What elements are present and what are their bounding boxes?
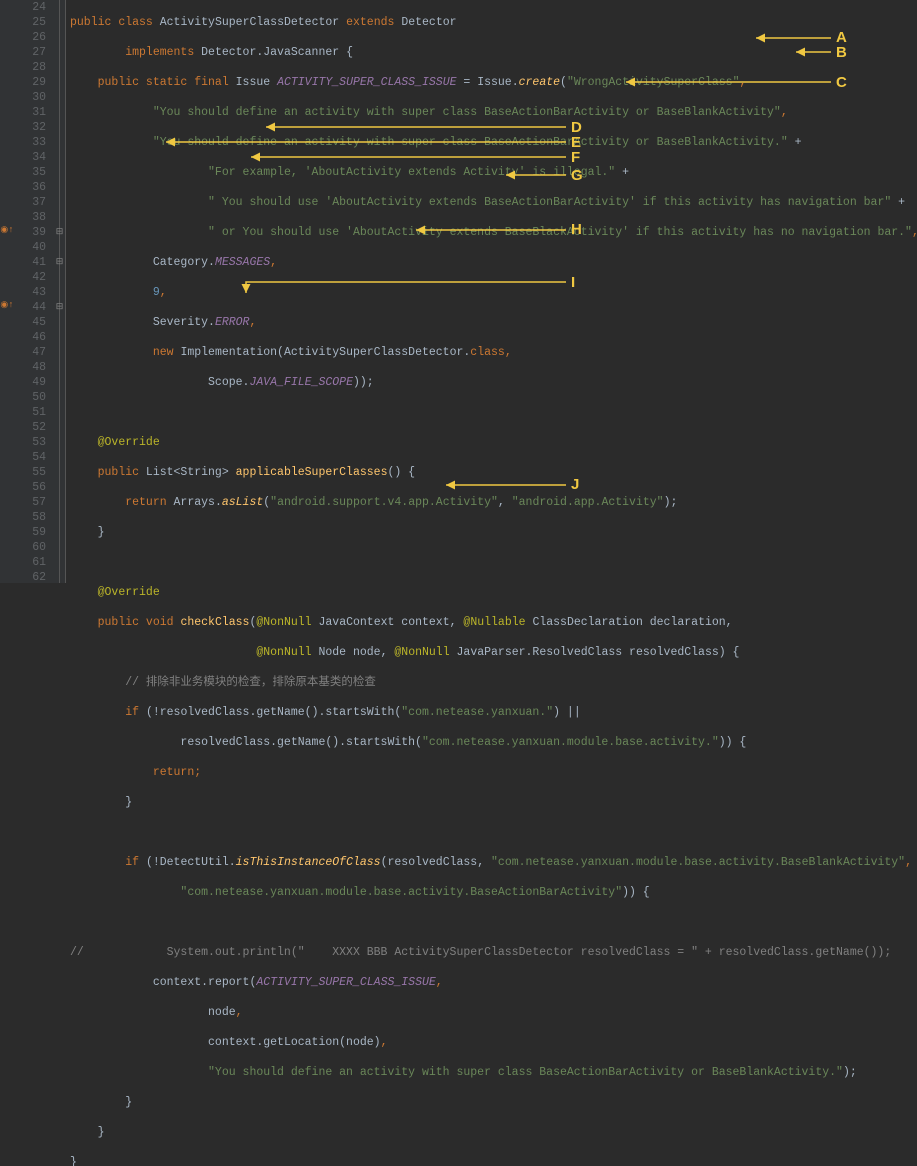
- code-line[interactable]: Category.MESSAGES,: [70, 255, 917, 270]
- line-number: 59: [14, 525, 46, 540]
- line-number: 51: [14, 405, 46, 420]
- line-number: 49: [14, 375, 46, 390]
- code-line[interactable]: "com.netease.yanxuan.module.base.activit…: [70, 885, 917, 900]
- line-number: 58: [14, 510, 46, 525]
- code-line[interactable]: node,: [70, 1005, 917, 1020]
- code-line[interactable]: public void checkClass(@NonNull JavaCont…: [70, 615, 917, 630]
- code-line[interactable]: [70, 825, 917, 840]
- line-number: 40: [14, 240, 46, 255]
- fold-toggle-icon[interactable]: ⊟: [55, 228, 64, 237]
- gutter-marks: ◉↑ ◉↑: [0, 0, 14, 583]
- code-line[interactable]: context.getLocation(node),: [70, 1035, 917, 1050]
- code-line[interactable]: "You should define an activity with supe…: [70, 105, 917, 120]
- line-number: 26: [14, 30, 46, 45]
- line-number: 52: [14, 420, 46, 435]
- line-number: 39: [14, 225, 46, 240]
- line-number: 45: [14, 315, 46, 330]
- line-number: 50: [14, 390, 46, 405]
- code-line[interactable]: // System.out.println(" XXXX BBB Activit…: [70, 945, 917, 960]
- line-number: 27: [14, 45, 46, 60]
- code-line[interactable]: }: [70, 525, 917, 540]
- line-number: 42: [14, 270, 46, 285]
- line-number: 35: [14, 165, 46, 180]
- fold-toggle-icon[interactable]: ⊟: [55, 303, 64, 312]
- line-number: 29: [14, 75, 46, 90]
- line-number: 30: [14, 90, 46, 105]
- code-line[interactable]: implements Detector.JavaScanner {: [70, 45, 917, 60]
- fold-toggle-icon[interactable]: ⊟: [55, 258, 64, 267]
- code-line[interactable]: return Arrays.asList("android.support.v4…: [70, 495, 917, 510]
- line-number: 37: [14, 195, 46, 210]
- line-number: 33: [14, 135, 46, 150]
- code-line[interactable]: @NonNull Node node, @NonNull JavaParser.…: [70, 645, 917, 660]
- line-number: 38: [14, 210, 46, 225]
- code-line[interactable]: "You should define an activity with supe…: [70, 135, 917, 150]
- code-line[interactable]: @Override: [70, 585, 917, 600]
- line-number: 44: [14, 300, 46, 315]
- code-line[interactable]: }: [70, 1125, 917, 1140]
- fold-gutter: ⊟ ⊟ ⊟: [54, 0, 66, 583]
- code-line[interactable]: Severity.ERROR,: [70, 315, 917, 330]
- code-line[interactable]: // 排除非业务模块的检查，排除原本基类的检查: [70, 675, 917, 690]
- code-line[interactable]: "You should define an activity with supe…: [70, 1065, 917, 1080]
- line-number: 47: [14, 345, 46, 360]
- code-line[interactable]: public List<String> applicableSuperClass…: [70, 465, 917, 480]
- code-line[interactable]: @Override: [70, 435, 917, 450]
- editor: ◉↑ ◉↑ 2425262728293031323334353637383940…: [0, 0, 917, 583]
- line-number: 56: [14, 480, 46, 495]
- line-number: 34: [14, 150, 46, 165]
- line-number: 43: [14, 285, 46, 300]
- line-number: 54: [14, 450, 46, 465]
- code-line[interactable]: return;: [70, 765, 917, 780]
- code-line[interactable]: if (!resolvedClass.getName().startsWith(…: [70, 705, 917, 720]
- code-line[interactable]: }: [70, 1095, 917, 1110]
- line-number: 25: [14, 15, 46, 30]
- code-line[interactable]: [70, 405, 917, 420]
- code-line[interactable]: new Implementation(ActivitySuperClassDet…: [70, 345, 917, 360]
- code-line[interactable]: context.report(ACTIVITY_SUPER_CLASS_ISSU…: [70, 975, 917, 990]
- code-line[interactable]: if (!DetectUtil.isThisInstanceOfClass(re…: [70, 855, 917, 870]
- annotation-label: D: [571, 120, 582, 135]
- code-line[interactable]: resolvedClass.getName().startsWith("com.…: [70, 735, 917, 750]
- line-number: 36: [14, 180, 46, 195]
- line-number: 28: [14, 60, 46, 75]
- line-number: 61: [14, 555, 46, 570]
- code-line[interactable]: [70, 915, 917, 930]
- line-number: 48: [14, 360, 46, 375]
- code-line[interactable]: " You should use 'AboutActivity extends …: [70, 195, 917, 210]
- annotation-label: F: [571, 150, 580, 165]
- annotation-label: A: [836, 30, 847, 45]
- line-number: 55: [14, 465, 46, 480]
- code-line[interactable]: Scope.JAVA_FILE_SCOPE));: [70, 375, 917, 390]
- line-number: 31: [14, 105, 46, 120]
- code-line[interactable]: 9,: [70, 285, 917, 300]
- code-line[interactable]: "For example, 'AboutActivity extends Act…: [70, 165, 917, 180]
- line-number: 41: [14, 255, 46, 270]
- line-number: 46: [14, 330, 46, 345]
- code-line[interactable]: }: [70, 1155, 917, 1166]
- line-number: 57: [14, 495, 46, 510]
- line-number: 24: [14, 0, 46, 15]
- override-icon[interactable]: ◉↑: [0, 300, 14, 312]
- code-line[interactable]: }: [70, 795, 917, 810]
- line-number: 53: [14, 435, 46, 450]
- code-area[interactable]: public class ActivitySuperClassDetector …: [66, 0, 917, 583]
- line-number: 32: [14, 120, 46, 135]
- line-number-gutter: 2425262728293031323334353637383940414243…: [14, 0, 54, 583]
- override-icon[interactable]: ◉↑: [0, 225, 14, 237]
- code-line[interactable]: public static final Issue ACTIVITY_SUPER…: [70, 75, 917, 90]
- code-line[interactable]: [70, 555, 917, 570]
- code-line[interactable]: " or You should use 'AboutActivity exten…: [70, 225, 917, 240]
- code-line[interactable]: public class ActivitySuperClassDetector …: [70, 15, 917, 30]
- line-number: 60: [14, 540, 46, 555]
- annotation-label: J: [571, 477, 579, 492]
